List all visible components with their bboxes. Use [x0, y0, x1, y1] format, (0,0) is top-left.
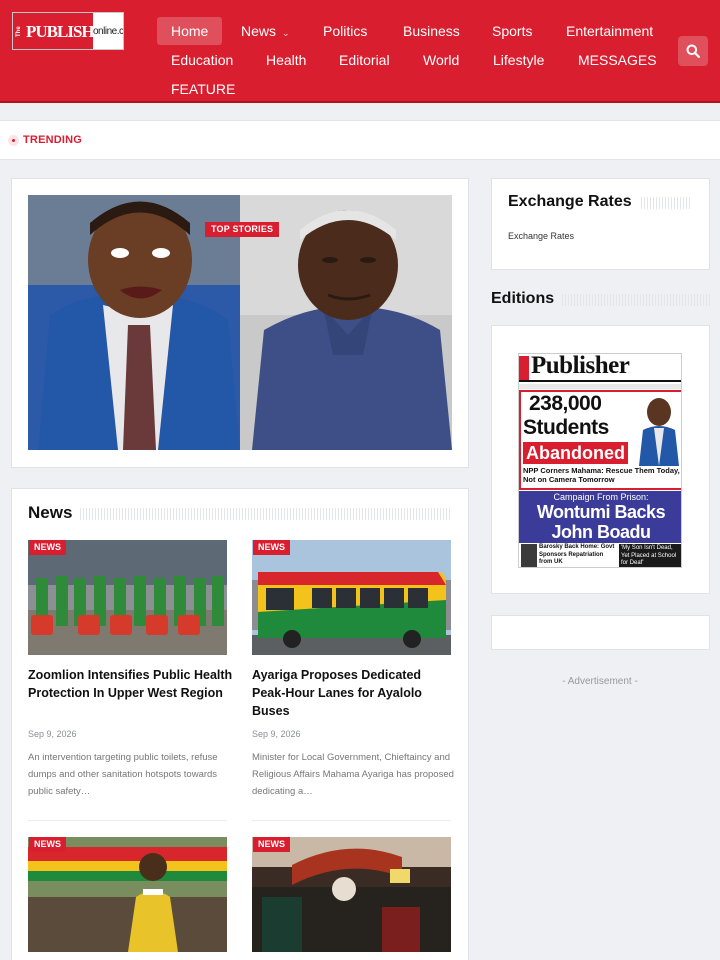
site-logo[interactable]: The PUBLISHER online.com	[12, 12, 124, 50]
nav-home[interactable]: Home	[157, 17, 223, 45]
news-section-title: News	[28, 503, 73, 522]
nav-feature[interactable]: FEATURE	[171, 75, 235, 103]
news-thumb-zoomlion[interactable]	[28, 540, 227, 655]
title-stripes	[641, 197, 692, 209]
paper-foot: Barosky Back Home: Govt Sponsors Repatri…	[519, 543, 681, 567]
paper-foot-right: 'My Son Isn't Dead, Yet Placed at School…	[619, 544, 681, 567]
paper-lead-box: 238,000 Students Abandoned NPP Corners M…	[519, 390, 681, 490]
news-thumb-event[interactable]	[28, 837, 227, 952]
paper-second-story: Campaign From Prison: Wontumi Backs John…	[519, 491, 681, 567]
news-title[interactable]: Ayariga Proposes Dedicated Peak-Hour Lan…	[252, 666, 457, 720]
nav-label: FEATURE	[171, 81, 236, 97]
nav-label: Editorial	[339, 52, 390, 68]
news-thumb-amsterdam[interactable]	[252, 837, 451, 952]
nav-label: Politics	[323, 23, 368, 39]
nav-lifestyle[interactable]: Lifestyle	[493, 46, 544, 74]
nav-health[interactable]: Health	[266, 46, 306, 74]
paper-masthead: Publisher	[531, 353, 630, 379]
news-badge[interactable]: NEWS	[29, 837, 66, 852]
paper-headline-number: 238,000	[529, 392, 602, 415]
trending-dot-icon	[8, 135, 19, 146]
advertisement-label: - Advertisement -	[562, 676, 638, 687]
nav-politics[interactable]: Politics	[323, 17, 367, 45]
exchange-rates-content: Exchange Rates	[508, 231, 575, 241]
nav-label: News	[241, 23, 277, 39]
exchange-rates-title: Exchange Rates	[508, 193, 632, 210]
nav-education[interactable]: Education	[171, 46, 233, 74]
news-excerpt: Minister for Local Government, Chieftain…	[252, 752, 454, 797]
paper-foot-left: Barosky Back Home: Govt Sponsors Repatri…	[539, 544, 615, 565]
event-photo	[28, 837, 227, 952]
news-title[interactable]: Zoomlion Intensifies Public Health Prote…	[28, 666, 233, 702]
zoomlion-photo	[28, 540, 227, 655]
paper-headline2-a: Wontumi Backs	[536, 502, 666, 522]
nav-editorial[interactable]: Editorial	[339, 46, 390, 74]
nav-label: Home	[171, 23, 209, 39]
editions-title: Editions	[491, 290, 555, 307]
exchange-rates-widget	[491, 178, 710, 270]
title-stripes	[80, 508, 452, 520]
nav-label: Education	[171, 52, 234, 68]
nav-label: MESSAGES	[578, 52, 657, 68]
nav-label: Health	[266, 52, 307, 68]
news-excerpt: An intervention targeting public toilets…	[28, 752, 218, 797]
nav-label: Sports	[492, 23, 533, 39]
logo-domain: online.com	[93, 26, 124, 37]
news-badge[interactable]: NEWS	[253, 540, 290, 555]
trending-label[interactable]: TRENDING	[23, 134, 82, 146]
search-button[interactable]	[678, 36, 708, 66]
news-badge[interactable]: NEWS	[29, 540, 66, 555]
nav-messages[interactable]: MESSAGES	[578, 46, 657, 74]
news-badge[interactable]: NEWS	[253, 837, 290, 852]
news-date: Sep 9, 2026	[28, 729, 77, 739]
divider	[28, 820, 227, 821]
news-thumb-bus[interactable]	[252, 540, 451, 655]
paper-dateline	[519, 384, 681, 389]
logo-publisher: PUBLISHER	[25, 13, 116, 49]
nav-label: Entertainment	[566, 23, 654, 39]
nav-label: World	[423, 52, 460, 68]
news-date: Sep 9, 2026	[252, 729, 301, 739]
paper-headline-abandoned: Abandoned	[523, 442, 628, 464]
nav-business[interactable]: Business	[403, 17, 460, 45]
title-stripes	[562, 294, 710, 306]
paper-masthead-bar: Publisher	[519, 353, 681, 382]
logo-the: The	[13, 13, 25, 49]
paper-headline2-b: John Boadu	[551, 522, 652, 542]
newspaper-cover[interactable]: Publisher 238,000 Students Abandoned NPP…	[518, 353, 682, 568]
sidebar-empty-widget	[491, 615, 710, 650]
nav-news[interactable]: News ⌄	[241, 17, 290, 45]
amsterdam-photo	[252, 837, 451, 952]
paper-sub-headline: NPP Corners Mahama: Rescue Them Today, N…	[523, 466, 680, 484]
chevron-down-icon: ⌄	[282, 28, 290, 38]
paper-the-tag	[519, 356, 529, 380]
paper-kicker: Campaign From Prison:	[553, 492, 649, 502]
bus-photo	[252, 540, 451, 655]
trending-bar	[0, 120, 720, 160]
nav-label: Lifestyle	[493, 52, 545, 68]
nav-world[interactable]: World	[423, 46, 459, 74]
nav-entertainment[interactable]: Entertainment	[566, 17, 653, 45]
nav-label: Business	[403, 23, 460, 39]
paper-portrait	[639, 398, 679, 466]
top-stories-badge[interactable]: TOP STORIES	[205, 222, 280, 237]
paper-headline-students: Students	[523, 416, 609, 439]
divider	[252, 820, 451, 821]
paper-foot-photo	[521, 544, 537, 567]
nav-sports[interactable]: Sports	[492, 17, 532, 45]
search-icon	[686, 44, 700, 58]
